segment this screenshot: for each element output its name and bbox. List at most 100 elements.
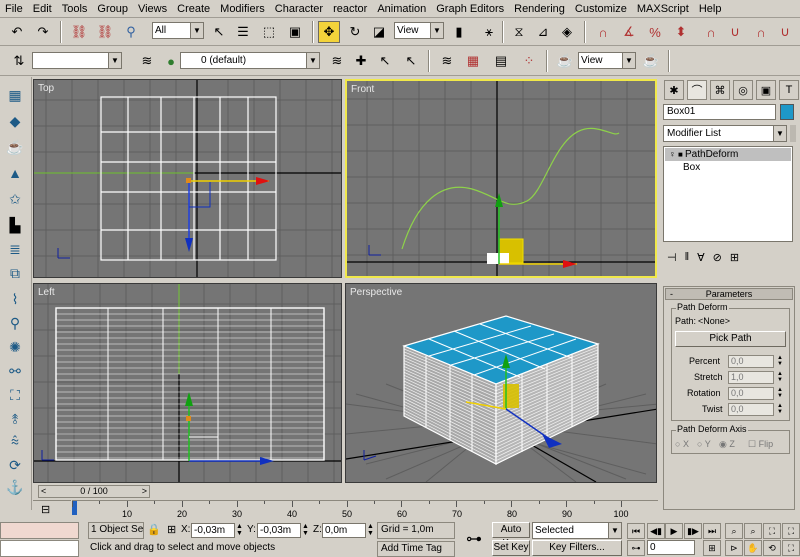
set-key-button[interactable]: Set Key — [492, 540, 530, 556]
material-editor-icon[interactable]: ⁘ — [518, 50, 540, 72]
text-shape-icon[interactable]: ▙ — [5, 215, 25, 235]
object-name-field[interactable]: Box01 — [663, 104, 776, 120]
lock-icon[interactable]: 🔒 — [147, 523, 161, 536]
play-icon[interactable]: ▶ — [665, 523, 683, 539]
display-tab-icon[interactable]: ▣ — [756, 80, 776, 100]
window-crossing-icon[interactable]: ▣ — [284, 21, 306, 43]
time-next-icon[interactable]: > — [142, 486, 147, 497]
schematic-view-icon[interactable]: ∪ — [774, 21, 796, 43]
menu-create[interactable]: Create — [172, 3, 215, 15]
y-spinner-arrows[interactable]: ▲ ▼ — [302, 523, 309, 537]
axis-x-radio[interactable]: ○ X — [675, 439, 689, 449]
lattice-icon[interactable]: ⛶ — [5, 385, 25, 405]
pin-stack-icon[interactable]: ⊣ — [667, 251, 677, 264]
previous-frame-icon[interactable]: ◀▮ — [647, 523, 665, 539]
layers-icon[interactable]: ≋ — [136, 50, 158, 72]
expand-icon[interactable]: ■ — [678, 148, 683, 161]
x-coord-field[interactable]: -0,03m — [191, 523, 235, 538]
track-bar[interactable]: 10 20 30 40 50 60 70 80 90 100 — [72, 500, 658, 520]
utilities-tab-icon[interactable]: T — [779, 80, 799, 100]
z-spinner-arrows[interactable]: ▲ ▼ — [367, 523, 374, 537]
select-rotate-icon[interactable]: ↻ — [344, 21, 366, 43]
parameters-rollout-header[interactable]: - Parameters — [665, 288, 793, 300]
mirror-icon[interactable]: ⧖ — [508, 21, 530, 43]
pan-icon[interactable]: ✋ — [744, 540, 762, 556]
menu-help[interactable]: Help — [694, 3, 727, 15]
absolute-mode-icon[interactable]: ⊞ — [167, 523, 176, 536]
curve-editor-icon[interactable]: ∩ — [750, 21, 772, 43]
add-to-layer-icon[interactable]: ✚ — [350, 50, 372, 72]
ffd-icon[interactable]: ⩯ — [5, 431, 25, 451]
next-frame-icon[interactable]: ▮▶ — [684, 523, 702, 539]
create-layer-icon[interactable]: ≋ — [326, 50, 348, 72]
named-selection-dropdown[interactable]: ▼ — [32, 52, 122, 69]
layer-visibility-icon[interactable]: ● — [160, 50, 182, 72]
time-config-icon[interactable]: ⊞ — [703, 540, 721, 556]
axis-z-radio[interactable]: ◉ Z — [719, 439, 735, 450]
snaps-icon[interactable]: ⇅ — [8, 50, 30, 72]
noise-icon[interactable]: ⚯ — [5, 361, 25, 381]
spinner-snap-icon[interactable]: ⬍ — [670, 21, 692, 43]
align-icon[interactable]: ⊿ — [532, 21, 554, 43]
twist-spinner[interactable]: 0,0 — [728, 403, 774, 416]
viewport-top[interactable]: Top — [33, 79, 342, 278]
select-by-name-icon[interactable]: ☰ — [232, 21, 254, 43]
angle-snap-icon[interactable]: ∡ — [618, 21, 640, 43]
render-type-dropdown[interactable]: View ▼ — [578, 52, 636, 69]
zoom-extents-icon[interactable]: ⛶ — [763, 523, 781, 539]
y-coord-field[interactable]: -0,03m — [257, 523, 301, 538]
viewport-perspective[interactable]: Perspective — [345, 283, 657, 483]
set-current-layer-icon[interactable]: ↖ — [400, 50, 422, 72]
configure-sets-icon[interactable]: ⊞ — [730, 251, 739, 264]
show-end-result-icon[interactable]: ‖ — [685, 251, 690, 263]
link-icon[interactable]: ⛓ — [68, 21, 90, 43]
bend-icon[interactable]: ⌇ — [5, 289, 25, 309]
stack-item-pathdeform[interactable]: ♀ ■ PathDeform — [665, 148, 791, 161]
menu-animation[interactable]: Animation — [372, 3, 431, 15]
modifier-list-dropdown[interactable]: Modifier List ▼ — [663, 125, 787, 142]
arc-rotate-icon[interactable]: ⟲ — [763, 540, 781, 556]
selection-filter-dropdown[interactable]: All ▼ — [152, 22, 204, 39]
layer-manager-icon[interactable]: ≋ — [436, 50, 458, 72]
key-mode-dropdown[interactable]: Selected ▼ — [532, 522, 622, 539]
z-coord-field[interactable]: 0,0m — [322, 523, 366, 538]
axis-y-radio[interactable]: ○ Y — [697, 439, 711, 449]
x-spinner-arrows[interactable]: ▲ ▼ — [236, 523, 243, 537]
undo-icon[interactable]: ↶ — [6, 21, 28, 43]
auto-key-button[interactable]: Auto Key — [492, 522, 530, 549]
twist-icon[interactable]: ✺ — [5, 337, 25, 357]
lightbulb-icon[interactable]: ♀ — [669, 148, 676, 161]
select-manipulate-icon[interactable]: ⚹ — [478, 21, 500, 43]
twist-spinner-arrows[interactable]: ▲ ▼ — [776, 403, 784, 416]
mirror-xy-icon[interactable]: ∪ — [724, 21, 746, 43]
modify-tab-icon[interactable]: ⌒ — [687, 80, 707, 100]
motion-tab-icon[interactable]: ◎ — [733, 80, 753, 100]
pick-path-button[interactable]: Pick Path — [675, 331, 786, 347]
hierarchy-tab-icon[interactable]: ⌘ — [710, 80, 730, 100]
modifier-list-scrollbar[interactable] — [790, 125, 796, 142]
time-slider-thumb[interactable]: < 0 / 100 > — [38, 485, 150, 498]
snap-3d-icon[interactable]: ∩ — [592, 21, 614, 43]
viewport-left[interactable]: Left — [33, 283, 342, 483]
menu-file[interactable]: File — [0, 3, 28, 15]
cone-icon[interactable]: ▲ — [5, 163, 25, 183]
time-prev-icon[interactable]: < — [41, 486, 46, 497]
go-to-end-icon[interactable]: ⏭ — [703, 523, 721, 539]
menu-graph-editors[interactable]: Graph Editors — [431, 3, 509, 15]
menu-reactor[interactable]: reactor — [328, 3, 372, 15]
named-selection-icon[interactable]: ∩ — [700, 21, 722, 43]
menu-edit[interactable]: Edit — [28, 3, 57, 15]
track-view-icon[interactable]: ▦ — [462, 50, 484, 72]
zoom-icon[interactable]: ⌕ — [725, 523, 743, 539]
select-scale-icon[interactable]: ◪ — [368, 21, 390, 43]
reference-coord-dropdown[interactable]: View ▼ — [394, 22, 444, 39]
menu-modifiers[interactable]: Modifiers — [215, 3, 270, 15]
viewport-label-top[interactable]: Top — [38, 83, 54, 94]
menu-rendering[interactable]: Rendering — [509, 3, 570, 15]
select-move-icon[interactable]: ✥ — [318, 21, 340, 43]
bones-icon[interactable]: ⚓ — [5, 477, 25, 497]
skin-icon[interactable]: ⟳ — [5, 455, 25, 475]
bind-space-warp-icon[interactable]: ⚲ — [120, 21, 142, 43]
stretch-spinner-arrows[interactable]: ▲ ▼ — [776, 371, 784, 384]
viewport-label-left[interactable]: Left — [38, 287, 55, 298]
